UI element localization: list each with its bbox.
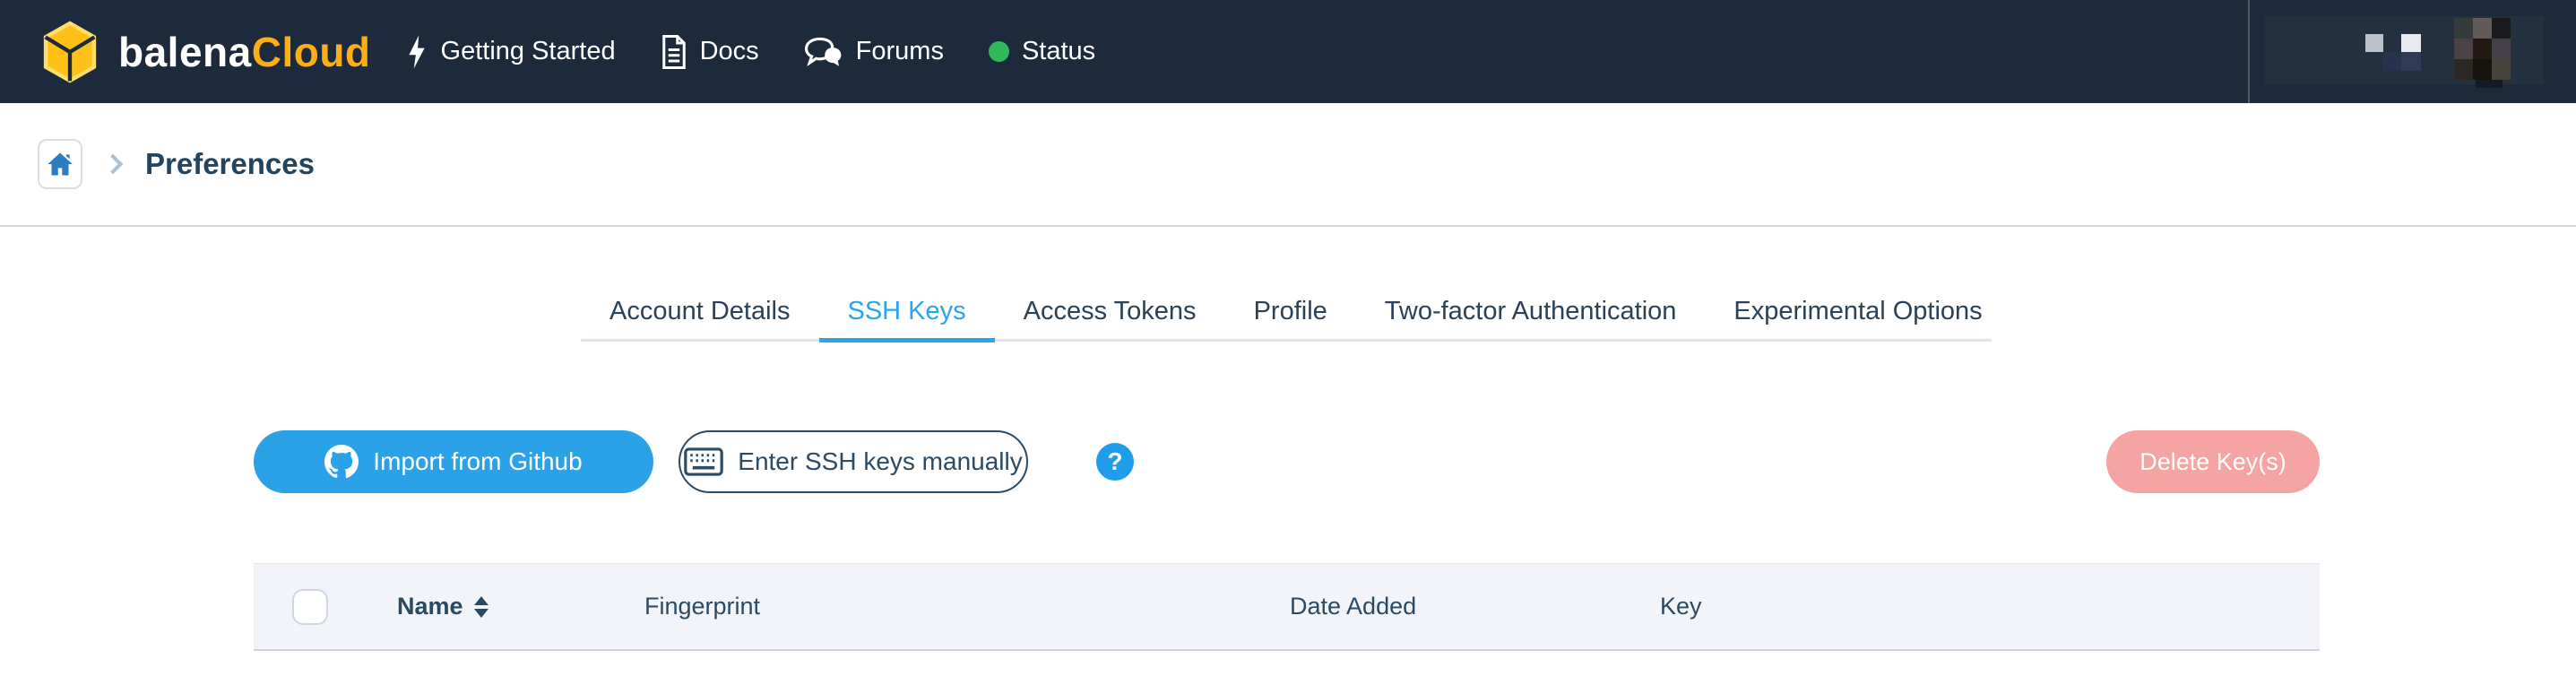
table-header-row: Name Fingerprint Date Added Key: [254, 563, 2320, 651]
balena-cube-icon: [39, 15, 101, 88]
redacted-text-mosaic: [2365, 34, 2421, 71]
ssh-keys-table: Name Fingerprint Date Added Key: [254, 563, 2320, 651]
column-date-added-label: Date Added: [1290, 593, 1417, 620]
brand-primary: balena: [118, 28, 252, 75]
tab-experimental-options[interactable]: Experimental Options: [1705, 297, 2010, 339]
import-from-github-button[interactable]: Import from Github: [254, 430, 653, 493]
document-icon: [661, 34, 687, 69]
breadcrumb-chevron-icon: [102, 153, 124, 175]
status-dot-icon: [988, 41, 1009, 62]
brand-name: balenaCloud: [118, 28, 371, 76]
help-icon[interactable]: ?: [1096, 443, 1134, 481]
preferences-tabs: Account Details SSH Keys Access Tokens P…: [581, 297, 1992, 342]
import-from-github-label: Import from Github: [373, 447, 583, 475]
delete-keys-button[interactable]: Delete Key(s): [2106, 430, 2320, 493]
nav-link-label: Getting Started: [440, 37, 616, 65]
home-icon: [48, 152, 73, 176]
tab-profile[interactable]: Profile: [1225, 297, 1356, 339]
tab-ssh-keys[interactable]: SSH Keys: [818, 297, 995, 342]
user-area-redacted[interactable]: [2265, 16, 2544, 88]
nav-link-label: Forums: [855, 37, 944, 65]
nav-links: Getting Started Docs Forums Status: [405, 34, 1096, 70]
enter-ssh-keys-manually-label: Enter SSH keys manually: [738, 447, 1023, 475]
chat-bubbles-icon: [804, 37, 843, 67]
sort-icon: [473, 595, 488, 618]
top-navbar: balenaCloud Getting Started Docs Forums …: [0, 0, 2576, 103]
brand-secondary: Cloud: [251, 28, 371, 75]
redacted-avatar-mosaic: [2454, 18, 2511, 88]
help-glyph: ?: [1107, 447, 1123, 475]
keyboard-icon: [684, 447, 724, 476]
nav-link-forums[interactable]: Forums: [804, 37, 944, 67]
column-header-key: Key: [1660, 564, 1702, 649]
column-fingerprint-label: Fingerprint: [644, 593, 761, 620]
column-name-label: Name: [397, 593, 463, 620]
column-header-fingerprint: Fingerprint: [644, 564, 760, 649]
home-button[interactable]: [38, 139, 82, 189]
nav-link-status[interactable]: Status: [988, 37, 1096, 66]
navbar-divider: [2248, 0, 2250, 103]
lightning-icon: [405, 34, 428, 70]
tab-account-details[interactable]: Account Details: [581, 297, 819, 339]
select-all-checkbox[interactable]: [292, 589, 328, 625]
column-header-name[interactable]: Name: [397, 564, 488, 649]
enter-ssh-keys-manually-button[interactable]: Enter SSH keys manually: [679, 430, 1028, 493]
nav-link-label: Docs: [699, 37, 759, 65]
page-title: Preferences: [145, 147, 315, 180]
brand[interactable]: balenaCloud: [38, 15, 371, 88]
nav-link-label: Status: [1021, 37, 1096, 65]
column-key-label: Key: [1660, 593, 1702, 620]
tab-two-factor-authentication[interactable]: Two-factor Authentication: [1356, 297, 1706, 339]
ssh-keys-toolbar: Import from Github Enter SSH keys manual…: [254, 430, 2320, 493]
nav-link-getting-started[interactable]: Getting Started: [405, 34, 616, 70]
delete-keys-label: Delete Key(s): [2139, 447, 2286, 475]
tab-access-tokens[interactable]: Access Tokens: [995, 297, 1225, 339]
nav-link-docs[interactable]: Docs: [661, 34, 759, 69]
column-header-date-added: Date Added: [1290, 564, 1416, 649]
github-icon: [324, 445, 359, 479]
breadcrumb: Preferences: [0, 103, 2576, 227]
